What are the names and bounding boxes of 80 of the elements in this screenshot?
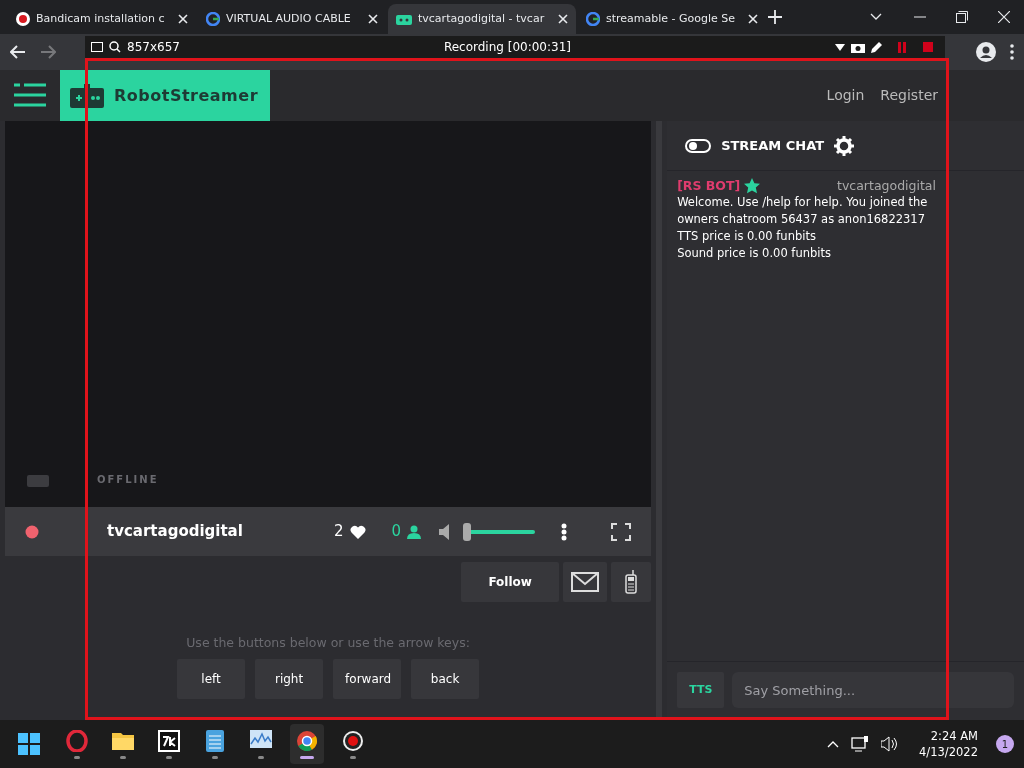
tts-button[interactable]: TTS: [677, 672, 725, 708]
control-button[interactable]: left: [177, 658, 246, 699]
volume-icon[interactable]: [881, 736, 900, 752]
restore-icon[interactable]: [956, 11, 968, 23]
menu-icon[interactable]: [14, 81, 46, 109]
opera-icon: [66, 729, 88, 752]
notepad-icon: [204, 729, 226, 752]
site-logo: RobotStreamer: [114, 84, 259, 107]
channel-name: tvcartagodigital: [107, 521, 243, 543]
chat-message: TTS price is 0.00 funbits: [677, 228, 817, 245]
person-icon: [407, 524, 422, 539]
clock-date[interactable]: 4/13/2022: [919, 744, 978, 760]
chat-title: STREAM CHAT: [721, 136, 825, 155]
envelope-icon: [571, 572, 600, 592]
browser-tab[interactable]: Bandicam installation c: [8, 4, 196, 34]
window-icon: [91, 42, 103, 52]
new-tab-icon[interactable]: [768, 10, 782, 24]
nav-link[interactable]: Login: [826, 85, 865, 106]
chevron-up-icon[interactable]: [827, 740, 840, 748]
windows-icon[interactable]: [18, 733, 40, 755]
chrome-icon: [296, 729, 318, 752]
control-button[interactable]: forward: [333, 658, 402, 699]
google-icon: [206, 12, 220, 26]
chat-username: [RS BOT]: [677, 177, 741, 194]
close-icon[interactable]: [998, 11, 1010, 23]
chat-message: Sound price is 0.00 funbits: [677, 245, 832, 262]
close-icon[interactable]: [748, 14, 758, 24]
clock-time[interactable]: 2:24 AM: [930, 728, 978, 744]
phone-icon: [625, 570, 638, 594]
record-icon: [16, 12, 30, 26]
chat-message: Welcome. Use /help for help. You joined the owners chatroom 56437 as anon16822317: [677, 194, 929, 228]
recording-status: Recording [00:00:31]: [442, 39, 572, 56]
fullscreen-icon[interactable]: [611, 522, 632, 541]
control-button[interactable]: back: [411, 658, 480, 699]
forward-icon[interactable]: [40, 45, 56, 59]
follow-button[interactable]: Follow: [461, 562, 560, 602]
like-count: 2: [334, 521, 344, 543]
browser-tab[interactable]: streamable - Google Se: [578, 4, 766, 34]
speaker-icon[interactable]: [439, 523, 452, 540]
toggle-switch[interactable]: [685, 138, 712, 153]
heart-icon[interactable]: [349, 524, 366, 539]
tab-title: Bandicam installation c: [36, 10, 166, 27]
tab-title: tvcartagodigital - tvcar: [418, 10, 546, 27]
browser-tab[interactable]: tvcartagodigital - tvcar: [388, 4, 576, 34]
more-icon[interactable]: [561, 522, 568, 541]
more-icon[interactable]: [1010, 44, 1014, 60]
tab-title: VIRTUAL AUDIO CABLE: [226, 10, 352, 27]
back-icon[interactable]: [10, 45, 26, 59]
close-icon[interactable]: [178, 14, 188, 24]
recorder-size: 857x657: [127, 39, 180, 56]
record-icon: [342, 729, 364, 752]
close-icon[interactable]: [368, 14, 378, 24]
control-button[interactable]: right: [255, 658, 324, 699]
offline-label: OFFLINE: [97, 473, 159, 487]
profile-icon[interactable]: [976, 42, 996, 62]
status-dot: [25, 524, 39, 539]
archive-icon: [158, 729, 180, 752]
network-icon[interactable]: [851, 736, 870, 752]
hint-text: Use the buttons below or use the arrow keys:: [185, 634, 471, 652]
chat-input[interactable]: Say Something...: [732, 672, 1014, 708]
camera-icon[interactable]: [851, 41, 865, 53]
slider-thumb[interactable]: [463, 522, 472, 541]
nav-link[interactable]: Register: [880, 85, 938, 106]
taskbar-app[interactable]: [290, 724, 324, 764]
settings-icon[interactable]: [834, 135, 855, 156]
dropdown-icon[interactable]: [835, 43, 845, 51]
chat-room-name: tvcartagodigital: [837, 177, 936, 194]
pause-icon[interactable]: [897, 41, 907, 53]
viewer-count: 0: [391, 521, 402, 543]
browser-tab[interactable]: VIRTUAL AUDIO CABLE: [198, 4, 386, 34]
phone-button[interactable]: [611, 562, 652, 602]
pencil-icon[interactable]: [871, 41, 883, 53]
close-icon[interactable]: [558, 14, 568, 24]
search-icon: [109, 41, 121, 53]
notification-badge[interactable]: 1: [996, 735, 1014, 753]
message-button[interactable]: [563, 562, 608, 602]
star-icon: [744, 177, 761, 194]
chevron-icon[interactable]: [870, 13, 882, 21]
google-icon: [586, 12, 600, 26]
tab-title: streamable - Google Se: [606, 10, 737, 27]
